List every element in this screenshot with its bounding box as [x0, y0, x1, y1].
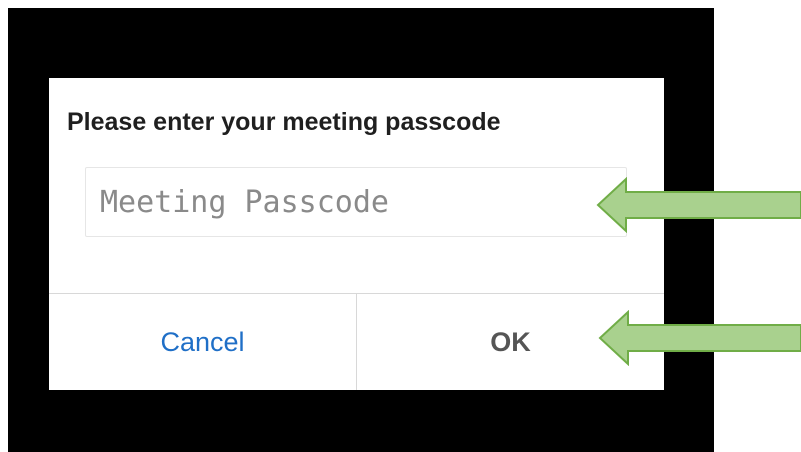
cancel-button[interactable]: Cancel	[49, 294, 357, 390]
arrow-left-icon	[598, 310, 801, 366]
arrow-left-icon	[596, 177, 801, 233]
screenshot: Please enter your meeting passcode Cance…	[0, 0, 801, 452]
passcode-dialog: Please enter your meeting passcode Cance…	[49, 78, 664, 390]
dialog-title: Please enter your meeting passcode	[67, 108, 501, 136]
meeting-passcode-input[interactable]	[85, 167, 627, 237]
dialog-button-row: Cancel OK	[49, 293, 664, 390]
